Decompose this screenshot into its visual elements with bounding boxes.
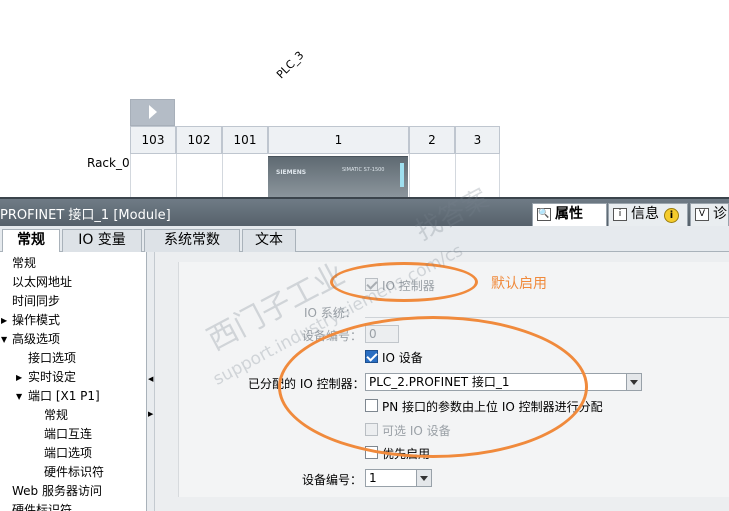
scroll-left-icon[interactable]: ◀	[148, 375, 153, 383]
nav-item-port-options[interactable]: 端口选项	[44, 444, 92, 463]
device-number2-dropdown[interactable]: 1	[365, 469, 432, 487]
collapse-arrow-icon[interactable]: ▶	[1, 311, 7, 330]
slot-divider	[222, 154, 223, 197]
nav-item-port-hw-id[interactable]: 硬件标识符	[44, 463, 104, 482]
expand-arrow-icon[interactable]: ▼	[16, 387, 22, 406]
slot-divider	[130, 154, 131, 197]
tab-properties-label: 属性	[555, 206, 583, 222]
nav-item-operating-mode[interactable]: 操作模式	[12, 311, 61, 330]
slot-101[interactable]: 101	[222, 126, 268, 154]
collapse-arrow-icon[interactable]: ▶	[16, 368, 22, 387]
slot-divider	[499, 154, 500, 197]
tab-io-tags[interactable]: IO 变量	[62, 229, 142, 252]
expand-arrow-icon	[149, 105, 157, 119]
nav-item-ethernet-address[interactable]: 以太网地址	[12, 273, 72, 292]
annotation-text: 默认启用	[491, 276, 547, 292]
nav-item-hw-id[interactable]: 硬件标识符	[12, 501, 72, 511]
slot-1[interactable]: 1	[268, 126, 409, 154]
expand-arrow-icon[interactable]: ▼	[1, 330, 7, 349]
nav-item-realtime-settings[interactable]: 实时设定	[28, 368, 76, 387]
info-icon: i	[664, 208, 679, 223]
nav-item-general[interactable]: 常规	[12, 254, 36, 273]
tab-general[interactable]: 常规	[2, 229, 60, 253]
rack-label: Rack_0	[87, 156, 130, 170]
device-number2-value: 1	[369, 471, 377, 485]
module-led	[400, 163, 404, 187]
nav-item-port-interconnection[interactable]: 端口互连	[44, 425, 92, 444]
slot-2[interactable]: 2	[409, 126, 455, 154]
nav-tree: 常规 以太网地址 时间同步 ▶ 操作模式 ▼ 高级选项 接口选项 ▶ 实时设定 …	[0, 252, 147, 511]
slot-divider	[176, 154, 177, 197]
device-view: PLC_3 103 102 101 1 2 3 Rack_0 SIEMENS S…	[0, 0, 729, 197]
slot-103[interactable]: 103	[130, 126, 176, 154]
tab-properties[interactable]: 🔍 属性	[532, 203, 607, 226]
panel-title: PROFINET 接口_1 [Module]	[0, 208, 171, 223]
slot-102[interactable]: 102	[176, 126, 222, 154]
module-brand: SIEMENS	[276, 169, 307, 176]
nav-item-advanced-options[interactable]: 高级选项	[12, 330, 60, 349]
plc-label[interactable]: PLC_3	[274, 49, 306, 81]
tab-texts[interactable]: 文本	[242, 229, 296, 252]
tab-diagnostics[interactable]: V 诊	[690, 203, 729, 226]
info-tab-icon: i	[613, 208, 627, 221]
diagnostics-icon: V	[695, 208, 709, 221]
nav-item-interface-options[interactable]: 接口选项	[28, 349, 76, 368]
tab-info-label: 信息	[631, 206, 659, 222]
nav-item-port-general[interactable]: 常规	[44, 406, 68, 425]
properties-icon: 🔍	[537, 208, 551, 221]
module-model: SIMATIC S7-1500	[342, 167, 385, 173]
slot-3[interactable]: 3	[455, 126, 500, 154]
device-number2-label: 设备编号：	[302, 473, 363, 487]
nav-item-web-server[interactable]: Web 服务器访问	[12, 482, 102, 501]
tab-system-constants[interactable]: 系统常数	[144, 229, 240, 252]
tab-diagnostics-label: 诊	[713, 206, 727, 222]
sub-tab-bar: 常规 IO 变量 系统常数 文本	[0, 226, 729, 253]
nav-item-time-sync[interactable]: 时间同步	[12, 292, 60, 311]
chevron-down-icon[interactable]	[626, 374, 641, 390]
chevron-down-icon[interactable]	[416, 470, 431, 486]
nav-item-port-x1p1[interactable]: 端口 [X1 P1]	[28, 387, 100, 406]
slot-divider	[409, 154, 410, 197]
scroll-right-icon[interactable]: ▶	[148, 410, 153, 418]
cpu-module[interactable]: SIEMENS SIMATIC S7-1500	[268, 156, 408, 197]
annotation-ellipse	[278, 316, 588, 458]
